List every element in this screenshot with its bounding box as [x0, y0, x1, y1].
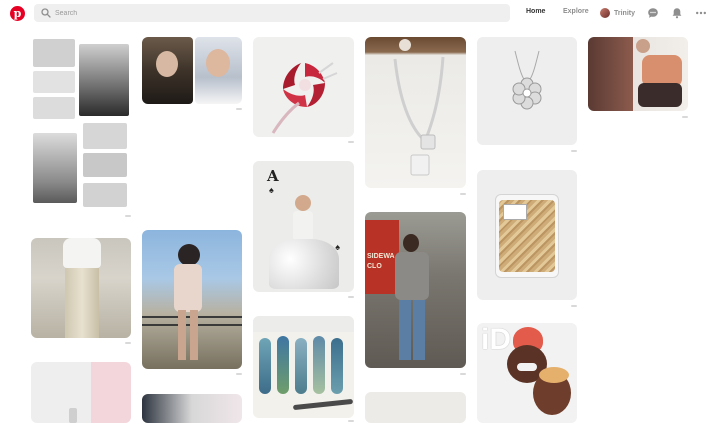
pin-woman-balcony[interactable]	[142, 230, 242, 369]
ruby-brooch-icon	[271, 62, 338, 134]
message-icon[interactable]	[647, 7, 659, 19]
cover-overlay-text: iD	[481, 323, 511, 356]
pin-people-photo[interactable]	[142, 394, 242, 423]
pin-ace-card-dress[interactable]: A ♠ ♠	[253, 161, 354, 292]
pin-street-style[interactable]: SIDEWA CLO	[365, 212, 466, 368]
card-letter: A	[267, 167, 279, 185]
pendant-icon	[512, 50, 542, 110]
more-icon[interactable]	[695, 7, 707, 19]
pin-royal-portraits[interactable]	[142, 37, 242, 104]
pin-pastel-photo[interactable]	[31, 362, 131, 423]
pin-diamond-necklace[interactable]	[365, 37, 466, 188]
pin-fashion-sketches[interactable]	[253, 316, 354, 418]
necklace-icon	[393, 39, 445, 176]
nav-home-link[interactable]: Home	[526, 8, 545, 15]
pin-bullets-package[interactable]	[477, 170, 577, 300]
search-bar[interactable]	[34, 4, 510, 22]
avatar	[600, 8, 610, 18]
nav-explore-link[interactable]: Explore	[563, 8, 589, 15]
bell-icon[interactable]	[671, 7, 683, 19]
spade-icon: ♠	[269, 185, 274, 195]
pinterest-logo-icon[interactable]: p	[10, 6, 25, 21]
pin-ruby-brooch[interactable]	[253, 37, 354, 137]
username: Trinity	[614, 9, 636, 17]
search-icon	[41, 8, 51, 18]
search-input[interactable]	[55, 4, 495, 22]
pin-magazine-cover[interactable]: iD	[477, 323, 577, 423]
user-profile-link[interactable]: Trinity	[600, 6, 635, 20]
pin-sweater-women[interactable]	[588, 37, 688, 111]
pin-white-dress[interactable]	[31, 238, 131, 338]
pin-tiara-collage[interactable]	[31, 37, 131, 210]
top-navigation-bar: p Home Explore Trinity	[0, 0, 720, 28]
pin-flower-pendant[interactable]	[477, 37, 577, 145]
pin-partial-bottom[interactable]	[365, 392, 466, 423]
